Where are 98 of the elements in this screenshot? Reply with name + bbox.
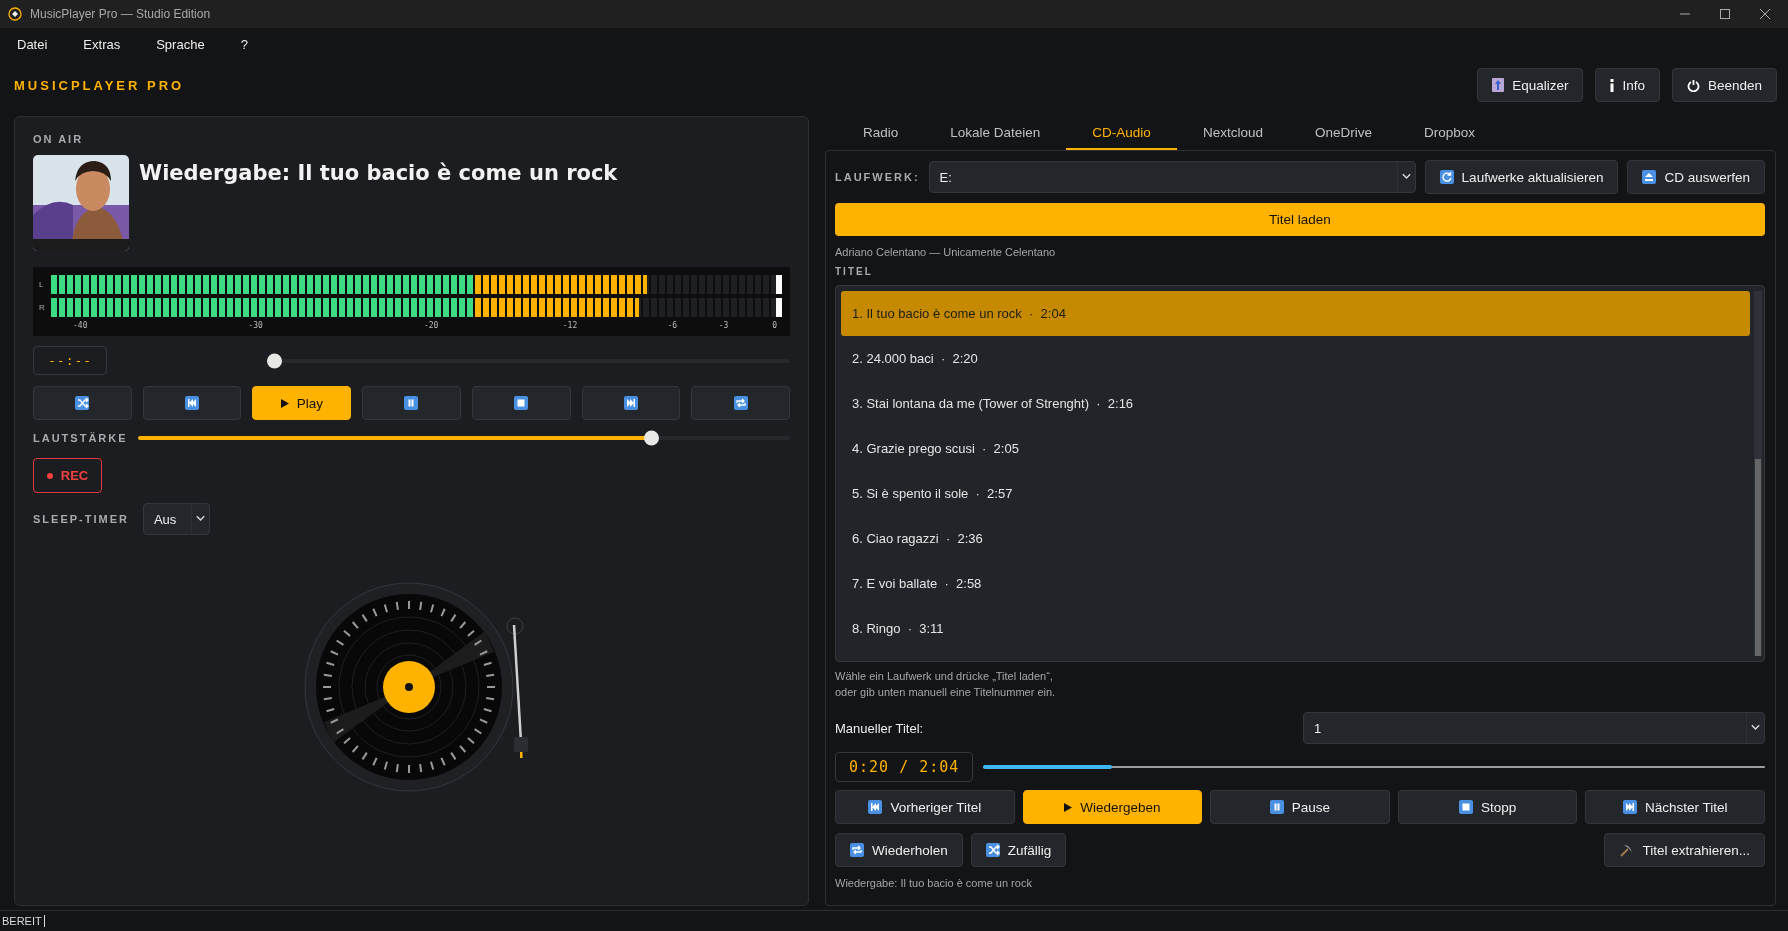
volume-thumb[interactable] xyxy=(644,430,660,446)
seek-thumb[interactable] xyxy=(267,353,283,368)
tab[interactable]: Dropbox xyxy=(1397,116,1501,150)
power-icon xyxy=(1686,78,1700,92)
play-icon xyxy=(1064,802,1073,812)
volume-slider[interactable] xyxy=(137,430,790,446)
menu-item[interactable]: Datei xyxy=(17,36,48,52)
track-row[interactable]: 8. Ringo · 3:11 xyxy=(841,606,1750,651)
extract-button[interactable]: Titel extrahieren... xyxy=(1604,833,1765,867)
on-air-label: ON AIR xyxy=(33,133,85,145)
channel-label: R xyxy=(39,303,45,312)
hint-text: Wähle ein Laufwerk und drücke „Titel laden“, oder gib unten manuell eine Titelnummer ein. xyxy=(835,669,1057,700)
header-button[interactable]: Equalizer xyxy=(1477,68,1584,102)
tab[interactable]: CD-Audio xyxy=(1066,116,1177,150)
repeat-icon xyxy=(850,843,864,857)
scale-label: -12 xyxy=(562,321,578,330)
volume-label: LAUTSTÄRKE xyxy=(33,432,128,444)
status-text: Wiedergabe: Il tuo bacio è come un rock xyxy=(835,876,1033,891)
record-button[interactable]: REC xyxy=(33,458,102,493)
menu-item[interactable]: ? xyxy=(240,36,248,52)
scale-label: -30 xyxy=(248,321,263,330)
track-row[interactable]: 1. Il tuo bacio è come un rock · 2:04 xyxy=(841,291,1750,336)
eject-icon xyxy=(1642,170,1657,184)
stop-icon xyxy=(1458,800,1473,814)
play-icon xyxy=(280,398,289,408)
play-button[interactable]: Play xyxy=(252,386,352,420)
sleep-timer-select[interactable]: Aus xyxy=(142,503,210,535)
mode-button[interactable]: Zufällig xyxy=(970,833,1067,867)
playback-button[interactable]: Stopp xyxy=(1397,790,1578,824)
scale-label: 0 xyxy=(772,321,778,330)
window-title: MusicPlayer Pro — Studio Edition xyxy=(30,7,212,21)
scrollbar[interactable] xyxy=(1754,291,1762,656)
previous-icon xyxy=(185,396,200,410)
drive-label: LAUFWERK: xyxy=(835,171,920,183)
playback-button[interactable]: Pause xyxy=(1210,790,1390,824)
peak-marker xyxy=(776,275,782,294)
track-list-label: TITEL xyxy=(835,266,874,277)
channel-label: L xyxy=(39,280,45,289)
record-dot-icon xyxy=(46,472,53,479)
tab[interactable]: Radio xyxy=(837,116,925,150)
header-button[interactable]: Beenden xyxy=(1671,68,1777,102)
shuffle-icon xyxy=(985,843,1000,857)
menu-item[interactable]: Sprache xyxy=(156,36,205,52)
load-tracks-button[interactable]: Titel laden xyxy=(835,203,1765,236)
tab[interactable]: Lokale Dateien xyxy=(924,116,1067,150)
sleep-timer-label: SLEEP-TIMER xyxy=(33,513,129,525)
drive-button[interactable]: Laufwerke aktualisieren xyxy=(1424,160,1619,194)
manual-track-label: Manueller Titel: xyxy=(835,720,924,736)
transport-button[interactable] xyxy=(33,386,132,420)
playback-button[interactable]: Wiedergeben xyxy=(1022,790,1203,824)
pause-icon xyxy=(1269,800,1284,814)
next-icon xyxy=(1622,800,1637,814)
transport-button[interactable] xyxy=(691,386,790,420)
seek-slider[interactable] xyxy=(267,352,790,369)
time-display: --:-- xyxy=(33,346,108,375)
mode-button[interactable]: Wiederholen xyxy=(835,833,963,867)
status-bar-text: BEREIT xyxy=(2,915,45,927)
album-info: Adriano Celentano — Unicamente Celentano xyxy=(835,245,1057,260)
scale-label: -6 xyxy=(667,321,678,330)
refresh-icon xyxy=(1439,170,1454,184)
repeat-icon xyxy=(733,396,748,410)
scale-label: -20 xyxy=(423,321,439,330)
track-row[interactable]: 7. E voi ballate · 2:58 xyxy=(841,561,1750,606)
pause-icon xyxy=(404,396,419,410)
info-icon xyxy=(1610,78,1615,92)
transport-button[interactable] xyxy=(142,386,242,420)
time-display: 0:20 / 2:04 xyxy=(835,752,974,782)
track-row[interactable]: 3. Stai lontana da me (Tower of Strenght) · 2:16 xyxy=(841,381,1750,426)
manual-track-select[interactable]: 1 xyxy=(1303,712,1765,744)
menu-item[interactable]: Extras xyxy=(83,36,121,52)
tab[interactable]: Nextcloud xyxy=(1176,116,1289,150)
transport-button[interactable] xyxy=(362,386,461,420)
previous-icon xyxy=(868,800,883,814)
track-row[interactable]: 5. Si è spento il sole · 2:57 xyxy=(841,471,1750,516)
drive-button[interactable]: CD auswerfen xyxy=(1627,160,1765,194)
tab[interactable]: OneDrive xyxy=(1288,116,1398,150)
track-row[interactable]: 2. 24.000 baci · 2:20 xyxy=(841,336,1750,381)
next-icon xyxy=(623,396,638,410)
header-button[interactable]: Info xyxy=(1595,68,1660,102)
stop-icon xyxy=(514,396,529,410)
scale-label: -40 xyxy=(73,321,88,330)
transport-button[interactable] xyxy=(471,386,571,420)
shuffle-icon xyxy=(75,396,90,410)
close-icon[interactable] xyxy=(1760,9,1770,19)
transport-button[interactable] xyxy=(581,386,681,420)
equalizer-icon xyxy=(1492,78,1505,92)
now-playing-title: Wiedergabe: Il tuo bacio è come un rock xyxy=(139,161,618,187)
track-row[interactable]: 6. Ciao ragazzi · 2:36 xyxy=(841,516,1750,561)
maximize-icon[interactable] xyxy=(1720,9,1730,19)
app-title: MUSICPLAYER PRO xyxy=(14,77,185,93)
scale-label: -3 xyxy=(718,321,729,330)
playback-button[interactable]: Vorheriger Titel xyxy=(835,790,1015,824)
progress-bar[interactable] xyxy=(983,765,1765,769)
peak-marker xyxy=(776,298,782,317)
app-logo-icon xyxy=(8,7,22,21)
track-row[interactable]: 4. Grazie prego scusi · 2:05 xyxy=(841,426,1750,471)
drive-select[interactable]: E: xyxy=(928,161,1416,193)
playback-button[interactable]: Nächster Titel xyxy=(1585,790,1765,824)
